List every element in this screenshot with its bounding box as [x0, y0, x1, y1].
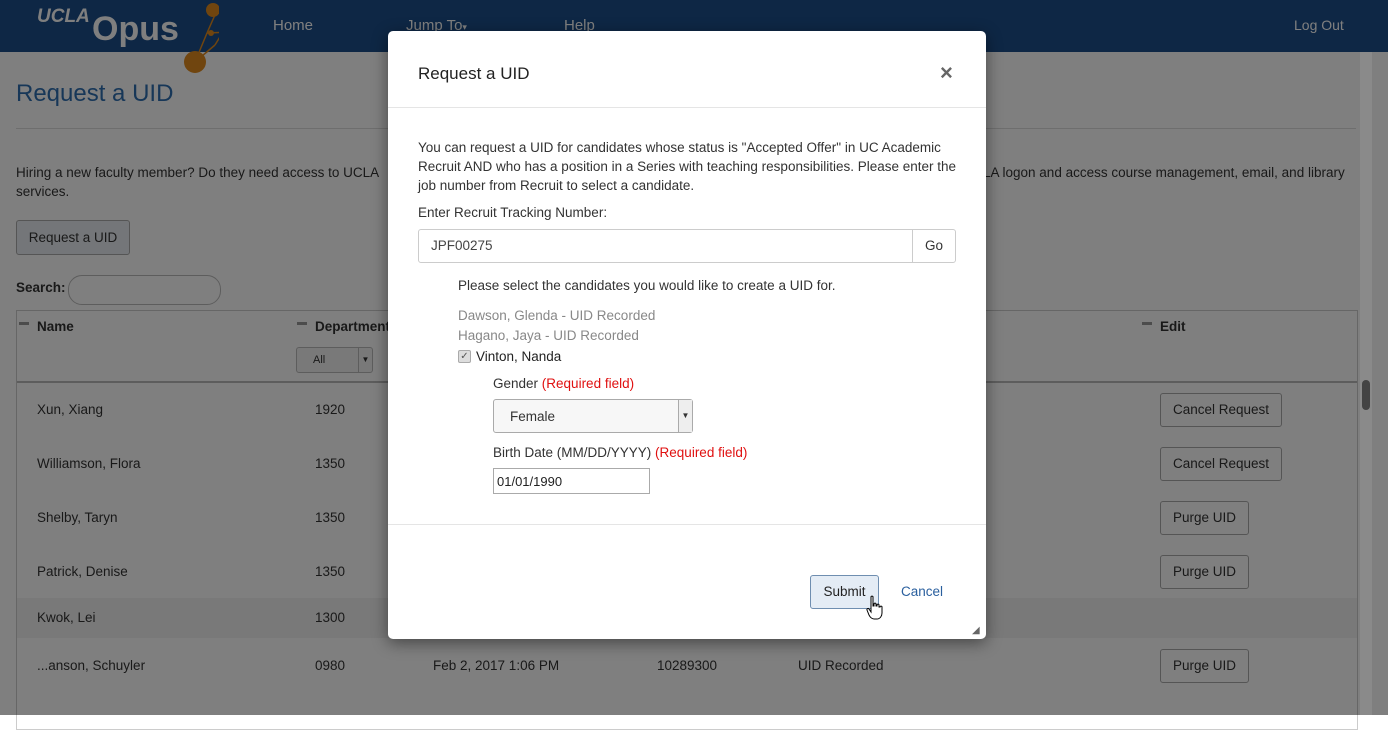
cancel-link[interactable]: Cancel [901, 584, 943, 599]
chevron-down-icon: ▼ [678, 400, 692, 432]
app-root: UCLA Opus Home Jump To▾ H [0, 0, 1388, 730]
modal-footer-divider [388, 524, 986, 525]
required-indicator: (Required field) [541, 376, 635, 391]
birth-date-label: Birth Date (MM/DD/YYYY) (Required field) [493, 445, 747, 460]
gender-select[interactable]: Female ▼ [493, 399, 693, 433]
birth-date-input[interactable] [493, 468, 650, 494]
candidate-select-prompt: Please select the candidates you would l… [458, 278, 836, 293]
birth-date-label-text: Birth Date (MM/DD/YYYY) [493, 445, 652, 460]
resize-grip-icon[interactable]: ◢ [972, 625, 980, 636]
tracking-number-label: Enter Recruit Tracking Number: [418, 205, 608, 220]
scrollbar-thumb[interactable] [1362, 380, 1370, 410]
modal-header-divider [388, 107, 986, 108]
request-uid-modal: Request a UID × You can request a UID fo… [388, 31, 986, 639]
candidate-name[interactable]: Vinton, Nanda [476, 349, 561, 364]
close-icon[interactable]: × [940, 60, 953, 86]
candidate-recorded: Hagano, Jaya - UID Recorded [458, 328, 639, 343]
modal-title: Request a UID [418, 64, 530, 83]
go-button[interactable]: Go [912, 229, 956, 263]
tracking-number-input[interactable]: JPF00275 [418, 229, 913, 263]
candidate-checkbox[interactable]: ✓ [458, 350, 471, 363]
gender-label-text: Gender [493, 376, 539, 391]
hand-cursor-icon [866, 595, 883, 620]
candidate-recorded: Dawson, Glenda - UID Recorded [458, 308, 656, 323]
gender-select-value: Female [510, 409, 556, 424]
required-indicator: (Required field) [655, 445, 748, 460]
modal-description: You can request a UID for candidates who… [418, 140, 957, 193]
gender-label: Gender (Required field) [493, 376, 634, 391]
